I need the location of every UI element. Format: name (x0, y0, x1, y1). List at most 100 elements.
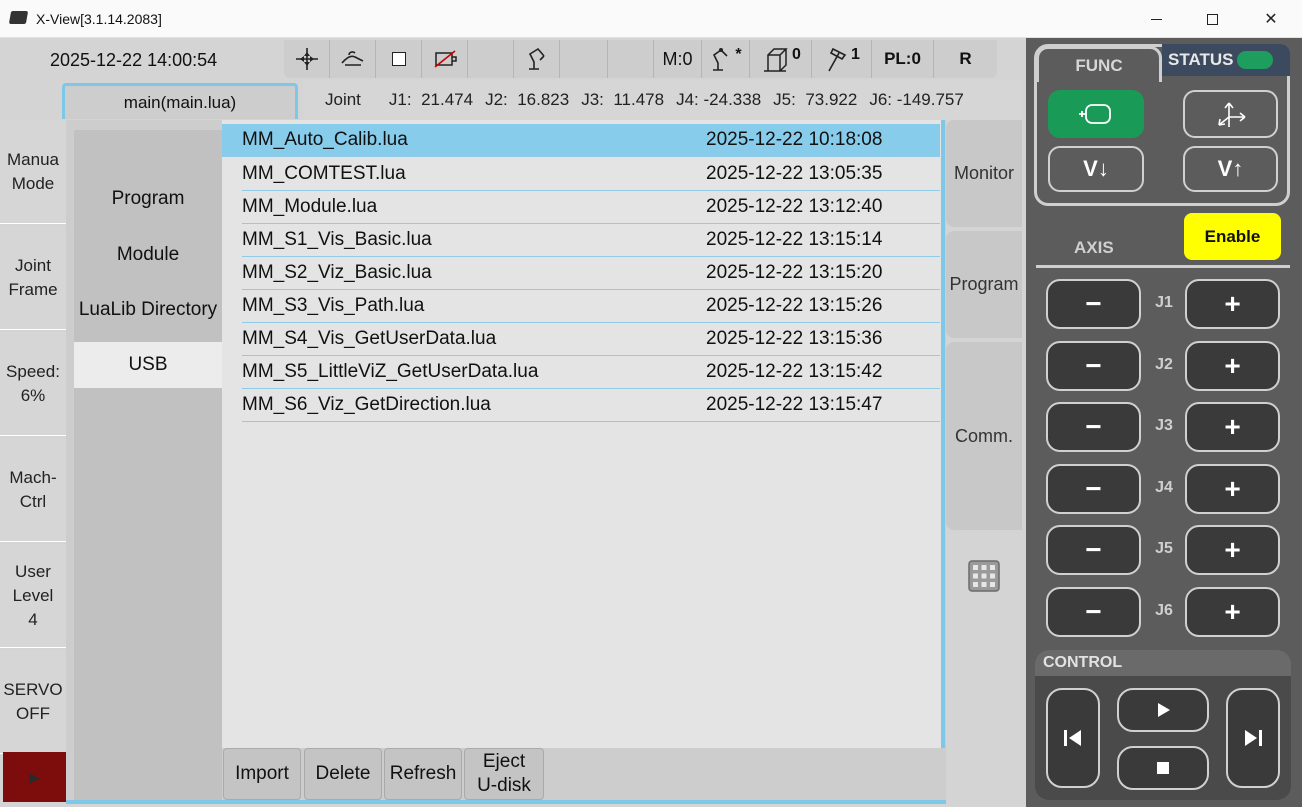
category-label: LuaLib Directory (78, 299, 218, 320)
j4-plus-button[interactable]: + (1185, 464, 1280, 514)
minus-icon: − (1085, 411, 1102, 442)
joint-j5-name: J5: (773, 90, 796, 109)
checkbox-icon (391, 52, 406, 66)
joint-j5: J5: 73.922 (773, 90, 857, 110)
step-back-button[interactable] (1046, 688, 1100, 788)
speed-up-button[interactable]: V↑ (1183, 146, 1278, 192)
minus-icon: − (1085, 473, 1102, 504)
mode-line: User (15, 561, 51, 581)
j1-plus-button[interactable]: + (1185, 279, 1280, 329)
file-row[interactable]: MM_S6_Viz_GetDirection.lua 2025-12-22 13:… (242, 389, 940, 422)
motor-function-button[interactable] (1048, 90, 1144, 138)
close-button[interactable]: ✕ (1243, 0, 1299, 38)
file-date: 2025-12-22 13:15:26 (706, 295, 883, 316)
play-button[interactable] (1117, 688, 1209, 732)
joint-j1: J1: 21.474 (389, 90, 473, 110)
user-level-value: 4 (28, 609, 38, 629)
r-status: R (934, 40, 997, 78)
joint-mode-label: Joint (325, 90, 361, 109)
category-module[interactable]: Module (74, 232, 222, 278)
minimize-button[interactable] (1128, 0, 1184, 38)
file-name: MM_S3_Vis_Path.lua (242, 295, 425, 316)
j2-minus-button[interactable]: − (1046, 341, 1141, 391)
r-status-text: R (959, 49, 972, 68)
import-button[interactable]: Import (223, 748, 301, 800)
refresh-button[interactable]: Refresh (384, 748, 462, 800)
checkbox-tool-button[interactable] (376, 40, 422, 78)
file-row[interactable]: MM_COMTEST.lua 2025-12-22 13:05:35 (242, 158, 940, 191)
j6-minus-button[interactable]: − (1046, 587, 1141, 637)
speed-button[interactable]: Speed: 6% (0, 332, 66, 436)
enable-label: Enable (1204, 226, 1261, 246)
file-row[interactable]: MM_S3_Vis_Path.lua 2025-12-22 13:15:26 (242, 290, 940, 323)
coordinate-button[interactable] (1183, 90, 1278, 138)
joint-j6-name: J6: (869, 90, 892, 109)
file-row[interactable]: MM_S1_Vis_Basic.lua 2025-12-22 13:15:14 (242, 224, 940, 257)
plus-icon: + (1224, 473, 1241, 504)
file-row[interactable]: MM_S2_Viz_Basic.lua 2025-12-22 13:15:20 (242, 257, 940, 290)
run-state-indicator[interactable]: ▶ (3, 752, 66, 802)
j5-plus-button[interactable]: + (1185, 525, 1280, 575)
joint-j5-value: 73.922 (805, 90, 858, 109)
file-list-scrollbar[interactable] (941, 120, 945, 748)
file-row[interactable]: MM_S4_Vis_GetUserData.lua 2025-12-22 13:1… (242, 323, 940, 356)
crosshair-tool-button[interactable] (284, 40, 330, 78)
mode-line: Manua (7, 149, 59, 169)
tab-monitor-label: Monitor (953, 163, 1015, 183)
tab-func[interactable]: FUNC (1036, 46, 1162, 82)
eject-udisk-button[interactable]: Eject U-disk (464, 748, 544, 800)
speed-down-button[interactable]: V↓ (1048, 146, 1144, 192)
plus-icon: + (1224, 350, 1241, 381)
tool-frame-status: 1 (812, 40, 872, 78)
mach-ctrl-button[interactable]: Mach- Ctrl (0, 438, 66, 542)
j1-minus-button[interactable]: − (1046, 279, 1141, 329)
axes-icon (1217, 102, 1245, 127)
app-logo-icon (8, 11, 29, 24)
keypad-grid-icon[interactable] (968, 560, 1000, 592)
category-usb[interactable]: USB (74, 342, 222, 388)
speed-up-label: V↑ (1217, 156, 1244, 181)
j4-minus-button[interactable]: − (1046, 464, 1141, 514)
file-row[interactable]: MM_Auto_Calib.lua 2025-12-22 10:18:08 (222, 124, 940, 157)
mode-line: Ctrl (19, 491, 47, 511)
file-row[interactable]: MM_Module.lua 2025-12-22 13:12:40 (242, 191, 940, 224)
file-date: 2025-12-22 13:15:20 (706, 262, 883, 283)
maximize-button[interactable] (1184, 0, 1240, 38)
tab-comm[interactable]: Comm. (946, 342, 1022, 530)
category-lualib-directory[interactable]: LuaLib Directory (74, 287, 222, 333)
j5-minus-button[interactable]: − (1046, 525, 1141, 575)
axis-label-j6: J6 (1155, 602, 1173, 619)
servo-button[interactable]: SERVO OFF (0, 650, 66, 754)
mode-line: Mode (11, 173, 55, 193)
m-status-text: M:0 (662, 48, 693, 69)
user-level-button[interactable]: User Level 4 (0, 544, 66, 648)
hand-tool-button[interactable] (330, 40, 376, 78)
category-program[interactable]: Program (74, 176, 222, 222)
enable-button[interactable]: Enable (1184, 213, 1281, 260)
robot-arm-tool-button[interactable] (514, 40, 560, 78)
tab-status[interactable]: STATUS (1162, 44, 1290, 76)
j3-plus-button[interactable]: + (1185, 402, 1280, 452)
refresh-label: Refresh (389, 763, 457, 784)
plus-icon: + (1224, 411, 1241, 442)
program-tab[interactable]: main(main.lua) (62, 83, 298, 119)
motor-tool-button[interactable] (422, 40, 468, 78)
plus-icon: + (1224, 288, 1241, 319)
file-row[interactable]: MM_S5_LittleViZ_GetUserData.lua 2025-12-2… (242, 356, 940, 389)
axis-label-j4: J4 (1155, 479, 1173, 496)
robot-icon (713, 48, 728, 71)
tab-monitor[interactable]: Monitor (946, 120, 1022, 227)
joint-frame-button[interactable]: Joint Frame (0, 226, 66, 330)
stop-button[interactable] (1117, 746, 1209, 790)
j3-minus-button[interactable]: − (1046, 402, 1141, 452)
file-date: 2025-12-22 13:15:36 (706, 328, 883, 349)
j6-plus-button[interactable]: + (1185, 587, 1280, 637)
minimize-icon (1150, 18, 1162, 20)
delete-button[interactable]: Delete (304, 748, 382, 800)
j2-plus-button[interactable]: + (1185, 341, 1280, 391)
tab-program[interactable]: Program (946, 231, 1022, 338)
manual-mode-button[interactable]: Manua Mode (0, 120, 66, 224)
file-name: MM_Auto_Calib.lua (242, 129, 408, 150)
empty-tool-slot (560, 40, 608, 78)
step-forward-button[interactable] (1226, 688, 1280, 788)
